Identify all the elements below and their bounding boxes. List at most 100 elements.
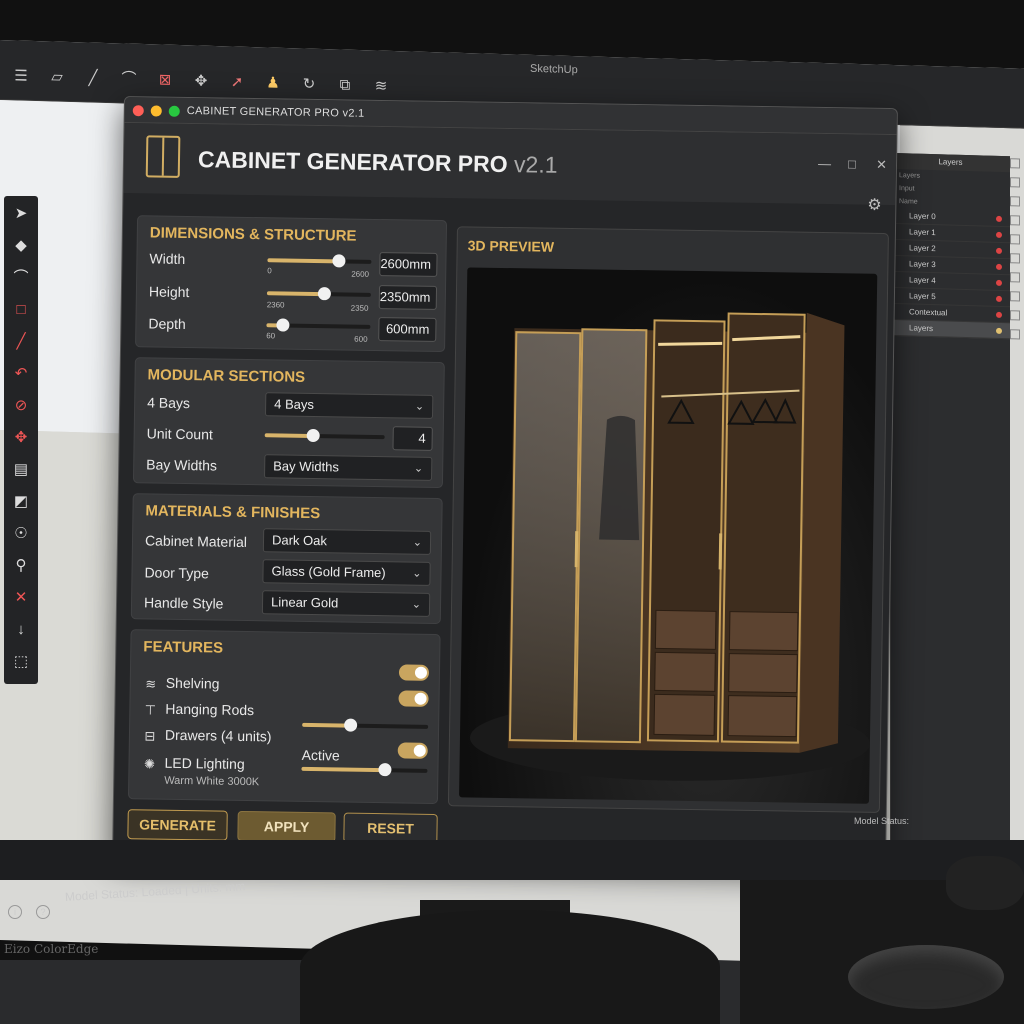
chevron-down-icon: ⌄ [413,462,424,475]
led-slider-knob[interactable] [378,763,392,777]
eraser-icon[interactable]: ▱ [48,68,66,87]
led-toggle[interactable] [397,742,428,759]
info-icon[interactable]: i [8,905,22,919]
tray-icon[interactable] [1010,272,1020,283]
rectangle-icon[interactable]: □ [11,300,31,320]
unit-count-slider[interactable] [264,428,385,443]
generate-button[interactable]: GENERATE [127,809,228,841]
unit-count-slider-knob[interactable] [306,428,320,443]
cabinet-material-dropdown[interactable]: Dark Oak ⌄ [262,528,432,555]
width-slider-knob[interactable] [332,254,346,268]
drawer [654,651,716,692]
drawer [653,693,716,736]
orbit-icon[interactable]: ☉ [11,524,31,544]
tray-icon[interactable] [1010,215,1020,226]
maximize-icon[interactable]: □ [848,156,856,171]
bays-dropdown[interactable]: 4 Bays ⌄ [264,392,434,419]
door-type-dropdown[interactable]: Glass (Gold Frame) ⌄ [262,559,431,586]
paint-icon[interactable]: ◩ [11,492,31,512]
rotate-icon[interactable]: ↻ [300,75,318,94]
tray-icon[interactable] [1010,253,1020,264]
section-icon[interactable]: ▤ [11,460,31,480]
line-icon[interactable]: ╱ [11,332,31,352]
close-icon[interactable]: ✕ [876,157,887,173]
zoom-icon[interactable]: ⚲ [11,556,31,576]
paint-icon[interactable]: ➚ [228,73,246,92]
bay-widths-dropdown[interactable]: Bay Widths ⌄ [264,454,433,481]
app-title: CABINET GENERATOR PRO v2.1 [198,146,558,179]
cabinet-side [799,312,845,753]
arc-icon[interactable]: ↶ [11,364,31,384]
handle-style-dropdown[interactable]: Linear Gold ⌄ [261,590,431,617]
close-dot[interactable] [132,105,144,117]
rectangle-icon[interactable]: ⊠ [156,71,174,90]
component-icon[interactable]: ◆ [11,236,31,256]
tray-icon[interactable] [1010,158,1020,169]
led-slider[interactable] [301,763,428,777]
depth-slider[interactable] [266,318,371,332]
bays-value: 4 Bays [274,396,315,413]
tray-icon[interactable] [1010,310,1020,321]
features-title: FEATURES [143,638,224,657]
height-max: 2350 [350,303,369,313]
hanging-rods-toggle[interactable] [398,690,429,707]
drawers-label: Drawers (4 units) [164,726,272,745]
depth-max: 600 [354,334,368,344]
depth-input[interactable]: 600mm [378,317,437,342]
minimize-dot[interactable] [150,105,162,117]
minimize-icon[interactable]: — [818,156,831,171]
box-icon[interactable]: ⬚ [11,652,31,672]
help-icon[interactable]: ? [36,905,50,919]
scale-icon[interactable]: ⧉ [336,76,354,95]
wardrobe-render [469,312,870,781]
tray-icon[interactable] [1010,234,1020,245]
tape-measure-icon[interactable]: ✕ [11,588,31,608]
tray-icon[interactable] [1010,196,1020,207]
monitor: ☰ ▱ ╱ ⌒ ⊠ ✥ ➚ ♟ ↻ ⧉ ≋ SketchUp Layers La… [0,0,1024,969]
zoom-dot[interactable] [168,105,180,117]
layer-color-dot [996,279,1002,286]
layer-name: Layer 4 [909,275,936,286]
layers-icon[interactable]: ≋ [372,77,390,96]
tray-icon[interactable] [1010,329,1020,340]
select-icon[interactable]: ➤ [11,204,31,224]
drawers-slider[interactable] [302,718,429,732]
cabinet-material-value: Dark Oak [271,532,328,549]
gear-icon[interactable]: ⚙ [867,195,882,215]
move-icon[interactable]: ✥ [11,428,31,448]
drawers-slider-knob[interactable] [343,718,358,732]
features-card: FEATURES ≋ Shelving ⊤ Hanging Rods ⊟ Dra… [127,629,441,805]
push-pull-icon[interactable]: ♟ [264,74,282,93]
rotate-icon[interactable]: ⊘ [11,396,31,416]
move-icon[interactable]: ✥ [192,72,210,91]
apply-button[interactable]: APPLY [237,810,336,843]
unit-count-input[interactable]: 4 [392,426,433,451]
shelving-label: Shelving [165,674,220,692]
menu-icon[interactable]: ☰ [12,67,30,86]
shelving-toggle[interactable] [398,664,430,681]
preview-viewport[interactable] [459,267,878,804]
line-icon[interactable]: ╱ [84,69,102,88]
width-input[interactable]: 2600mm [379,252,438,277]
width-max: 2600 [351,269,370,279]
computer-mouse [848,945,1004,1009]
tray-icon[interactable] [1010,291,1020,302]
width-slider[interactable] [267,254,372,268]
arc-icon[interactable]: ⌒ [120,70,138,89]
drawer [728,611,799,652]
chevron-down-icon: ⌄ [411,598,422,611]
unit-count-slider-fill [264,433,313,439]
tray-icon[interactable] [1010,177,1020,188]
layer-row-selected[interactable]: Layers [891,319,1010,340]
height-slider[interactable] [266,287,371,301]
freehand-icon[interactable]: ⌒ [11,268,31,288]
depth-slider-knob[interactable] [275,318,290,332]
height-slider-knob[interactable] [318,287,332,301]
layer-name: Layer 3 [909,259,936,270]
layer-color-dot [996,263,1002,270]
depth-label: Depth [148,315,186,332]
height-input[interactable]: 2350mm [378,285,438,310]
walk-icon[interactable]: ↓ [11,620,31,640]
bay-widths-value: Bay Widths [273,458,340,475]
door-handle [574,531,579,568]
